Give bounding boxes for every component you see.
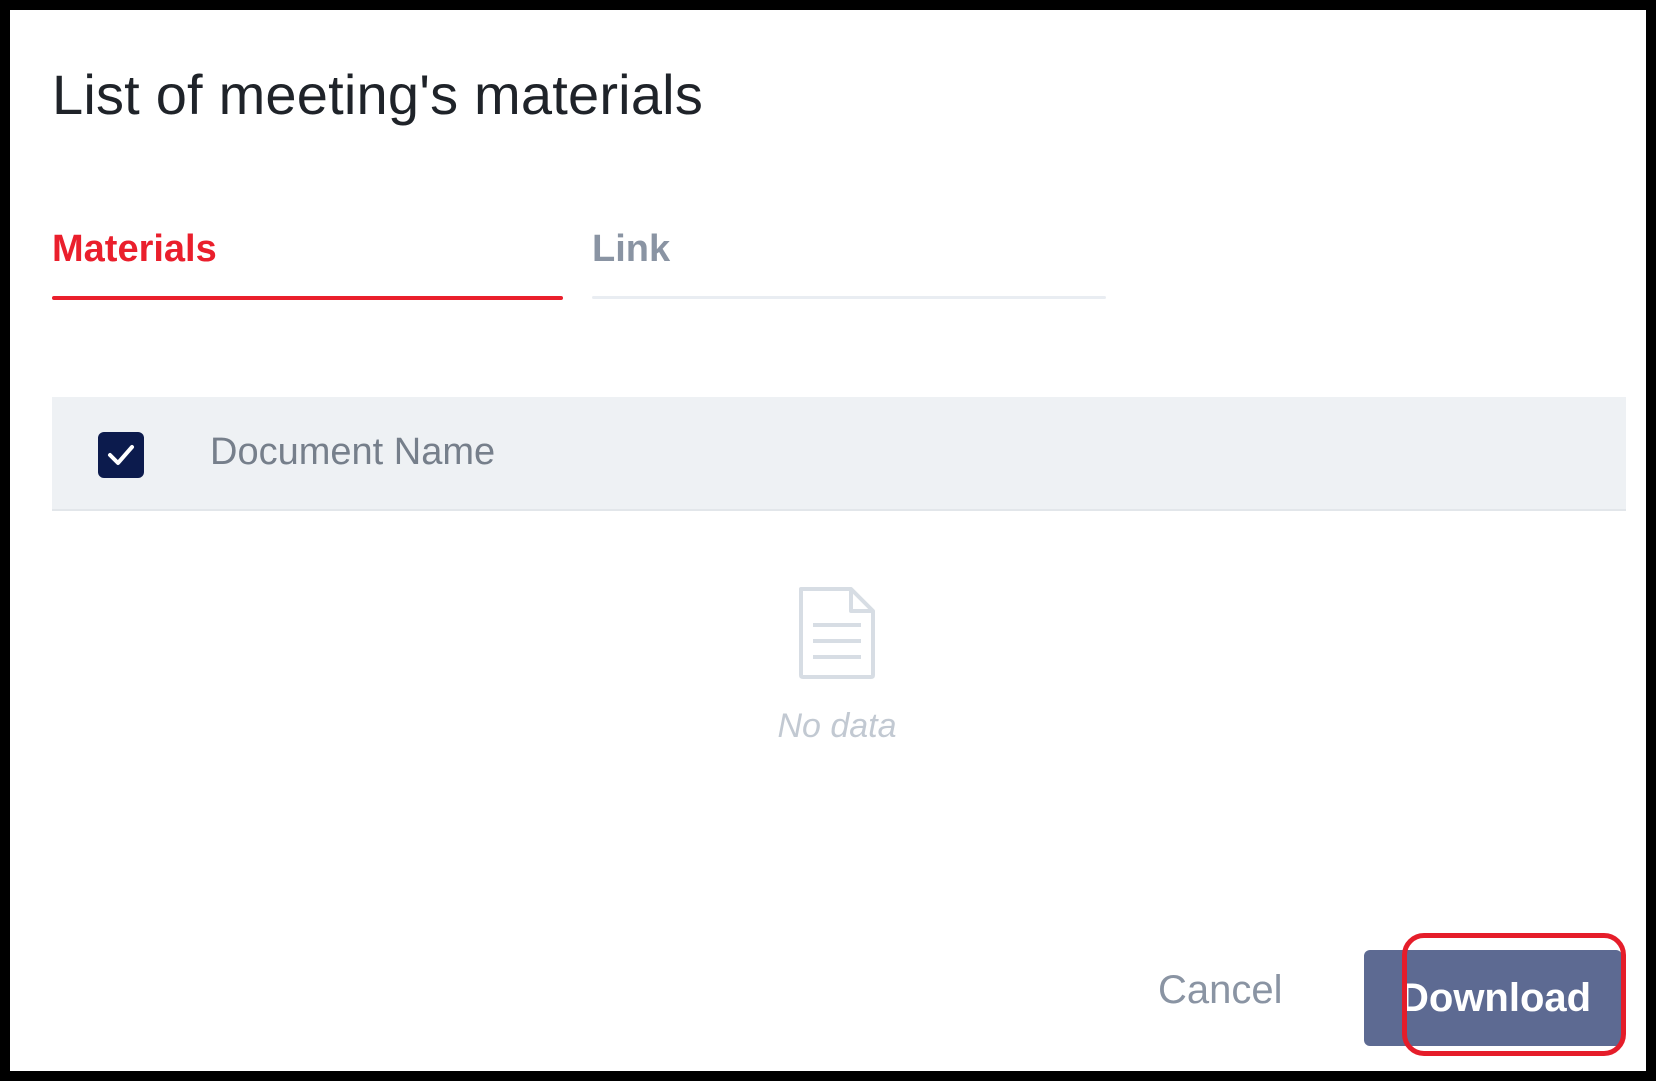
tab-materials[interactable]: Materials — [52, 220, 563, 300]
tab-materials-label: Materials — [52, 228, 217, 270]
tab-bar: Materials Link — [52, 220, 1106, 300]
dialog-title: List of meeting's materials — [52, 63, 704, 126]
column-header-document-name[interactable]: Document Name — [210, 431, 495, 474]
table-header: Document Name — [52, 397, 1626, 511]
tab-link-underline — [592, 296, 1106, 299]
download-button[interactable]: Download — [1364, 950, 1622, 1046]
tab-link[interactable]: Link — [592, 220, 1106, 300]
tab-materials-underline — [52, 296, 563, 300]
select-all-checkbox[interactable] — [98, 432, 144, 478]
tab-link-label: Link — [592, 228, 671, 270]
empty-state-text: No data — [777, 707, 897, 745]
cancel-button[interactable]: Cancel — [1158, 968, 1283, 1013]
empty-state: No data — [710, 585, 964, 746]
dialog: List of meeting's materials Materials Li… — [0, 0, 1656, 1081]
document-icon — [799, 587, 875, 679]
check-icon — [108, 445, 134, 465]
